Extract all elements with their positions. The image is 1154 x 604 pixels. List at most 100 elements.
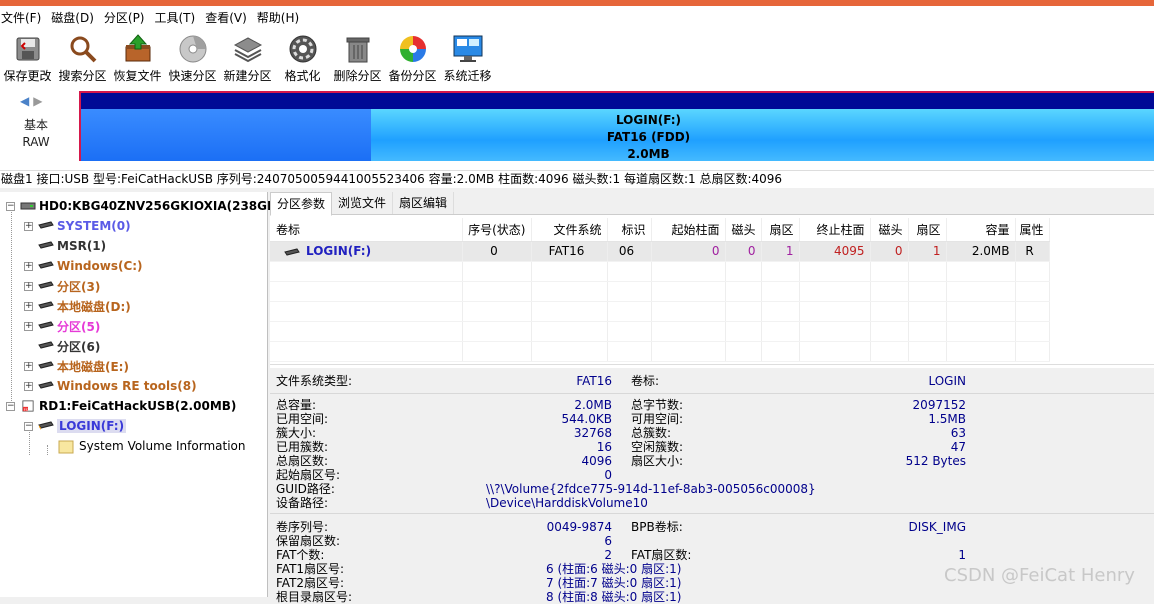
new-partition-button[interactable]: 新建分区	[220, 28, 275, 84]
menu-file[interactable]: 文件(F)	[0, 9, 47, 26]
search-partition-button[interactable]: 搜索分区	[55, 28, 110, 84]
col-header[interactable]: 容量	[946, 218, 1016, 242]
label-fat-sectors: FAT扇区数:	[631, 548, 692, 562]
toolbar-label: 保存更改	[3, 69, 52, 83]
menu-help[interactable]: 帮助(H)	[256, 9, 305, 26]
partition-details: 文件系统类型: FAT16 卷标: LOGIN 总容量: 2.0MB 总字节数:…	[270, 368, 1154, 604]
tree-partition-item[interactable]: + 分区(5)	[24, 316, 100, 336]
restore-files-button[interactable]: 恢复文件	[110, 28, 165, 84]
tree-folder-system-volume-information[interactable]: System Volume Information	[58, 436, 245, 456]
label-device-path: 设备路径:	[276, 496, 329, 510]
value-total-sectors: 4096	[581, 454, 612, 468]
col-header[interactable]: 扇区	[908, 218, 947, 242]
toolbar-label: 新建分区	[223, 69, 272, 83]
value-guid: \\?\Volume{2fdce775-914d-11ef-8ab3-00505…	[486, 482, 816, 496]
save-changes-button[interactable]: 保存更改	[0, 28, 55, 84]
label-serial: 卷序列号:	[276, 520, 329, 534]
value-sector-size: 512 Bytes	[905, 454, 966, 468]
tree-partition-item[interactable]: + Windows(C:)	[24, 256, 143, 276]
cell-filesystem: FAT16	[531, 241, 608, 262]
value-free-clusters: 47	[950, 440, 966, 454]
cell-end-head: 0	[870, 241, 909, 262]
value-total-bytes: 2097152	[912, 398, 966, 412]
expand-icon[interactable]: +	[24, 281, 33, 291]
svg-text:FS: FS	[24, 408, 28, 412]
tree-partition-login[interactable]: − LOGIN(F:)	[24, 416, 127, 436]
label-fs-type: 文件系统类型:	[276, 374, 353, 388]
expand-icon[interactable]: +	[24, 381, 33, 391]
label-fat1: FAT1扇区号:	[276, 562, 345, 576]
tree-partition-item[interactable]: + Windows RE tools(8)	[24, 376, 197, 396]
expand-icon[interactable]: +	[24, 221, 33, 231]
menu-partition[interactable]: 分区(P)	[103, 9, 151, 26]
tree-disk-rd1[interactable]: − FS RD1:FeiCatHackUSB(2.00MB)	[6, 396, 236, 416]
restore-icon	[122, 33, 154, 65]
col-header[interactable]: 标识	[607, 218, 652, 242]
col-header[interactable]: 磁头	[870, 218, 909, 242]
tree-partition-item[interactable]: + 分区(3)	[24, 276, 100, 296]
partition-drive-icon	[38, 281, 54, 289]
col-header[interactable]: 卷标	[270, 218, 463, 242]
table-row[interactable]: LOGIN(F:) 0 FAT16 06 0 0 1 4095 0 1 2.0M…	[270, 241, 1050, 262]
expand-icon[interactable]: +	[24, 301, 33, 311]
partition-block-login[interactable]: LOGIN(F:) FAT16 (FDD) 2.0MB	[79, 91, 1154, 161]
label-root-dir: 根目录扇区号:	[276, 590, 353, 604]
tab-sector-edit[interactable]: 扇区编辑	[393, 192, 455, 214]
partition-drive-icon	[38, 421, 54, 430]
expand-icon[interactable]: +	[24, 361, 33, 371]
tree-partition-label: Windows(C:)	[57, 259, 143, 273]
disk-type-basic: 基本	[23, 118, 48, 132]
label-fat2: FAT2扇区号:	[276, 576, 345, 590]
partition-drive-icon	[38, 241, 54, 249]
expand-icon[interactable]: +	[24, 261, 33, 271]
backup-partition-button[interactable]: 备份分区	[385, 28, 440, 84]
tree-partition-label: 分区(3)	[57, 279, 101, 294]
prev-disk-icon[interactable]: ◀	[20, 94, 29, 108]
value-reserved-sectors: 6	[604, 534, 612, 548]
next-disk-icon[interactable]: ▶	[33, 94, 42, 108]
value-fat1: 6 (柱面:6 磁头:0 扇区:1)	[546, 562, 682, 576]
label-used: 已用空间:	[276, 412, 329, 426]
tree-partition-item[interactable]: +MSR(1)	[24, 236, 106, 256]
value-bpb: DISK_IMG	[908, 520, 966, 534]
label-free-clusters: 空闲簇数:	[631, 440, 684, 454]
label-bpb: BPB卷标:	[631, 520, 683, 534]
tab-partition-params[interactable]: 分区参数	[270, 192, 333, 216]
tab-browse-files[interactable]: 浏览文件	[332, 192, 394, 214]
menu-bar: 文件(F) 磁盘(D) 分区(P) 工具(T) 查看(V) 帮助(H)	[0, 6, 1154, 28]
expand-icon[interactable]: +	[24, 321, 33, 331]
collapse-icon[interactable]: −	[6, 201, 15, 211]
col-header[interactable]: 扇区	[761, 218, 800, 242]
collapse-icon[interactable]: −	[6, 401, 15, 411]
format-icon	[287, 33, 319, 65]
tree-partition-item[interactable]: + 本地磁盘(E:)	[24, 356, 129, 376]
tree-partition-item[interactable]: + 本地磁盘(D:)	[24, 296, 131, 316]
collapse-icon[interactable]: −	[24, 421, 33, 431]
col-header[interactable]: 磁头	[725, 218, 762, 242]
tree-partition-item[interactable]: + SYSTEM(0)	[24, 216, 131, 236]
migrate-icon	[452, 33, 484, 65]
table-row-empty	[270, 301, 1050, 322]
system-migrate-button[interactable]: 系统迁移	[440, 28, 495, 84]
format-button[interactable]: 格式化	[275, 28, 330, 84]
partition-drive-icon	[38, 301, 54, 309]
menu-tools[interactable]: 工具(T)	[154, 9, 202, 26]
delete-partition-button[interactable]: 删除分区	[330, 28, 385, 84]
col-header[interactable]: 文件系统	[531, 218, 608, 242]
tree-partition-label: Windows RE tools(8)	[57, 379, 197, 393]
menu-view[interactable]: 查看(V)	[204, 9, 253, 26]
menu-disk[interactable]: 磁盘(D)	[50, 9, 100, 26]
tree-disk-hd0[interactable]: − HD0:KBG40ZNV256GKIOXIA(238GB)	[6, 196, 282, 216]
tree-partition-login-label: LOGIN(F:)	[57, 419, 127, 433]
disk-nav: ◀ ▶	[20, 94, 42, 108]
col-header[interactable]: 起始柱面	[651, 218, 726, 242]
tree-partition-item[interactable]: +分区(6)	[24, 336, 100, 356]
cell-start-head: 0	[725, 241, 762, 262]
label-total: 总容量:	[276, 398, 317, 412]
value-start-sector: 0	[604, 468, 612, 482]
col-header[interactable]: 序号(状态)	[462, 218, 532, 242]
col-header[interactable]: 终止柱面	[799, 218, 871, 242]
col-header[interactable]: 属性	[1015, 218, 1050, 242]
quick-partition-button[interactable]: 快速分区	[165, 28, 220, 84]
label-reserved-sectors: 保留扇区数:	[276, 534, 341, 548]
